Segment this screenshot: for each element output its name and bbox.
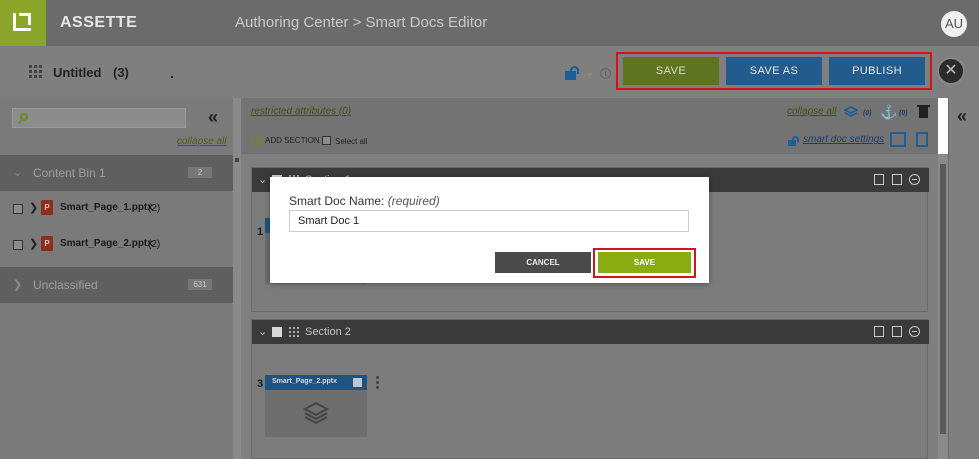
- bin-count-badge: 631: [188, 279, 212, 290]
- info-icon[interactable]: i: [600, 68, 611, 79]
- powerpoint-icon: P: [41, 200, 53, 215]
- smart-doc-name-label: Smart Doc Name: (required): [289, 194, 440, 208]
- restricted-attributes-link[interactable]: restricted attributes (0): [251, 106, 351, 117]
- powerpoint-icon: P: [41, 236, 53, 251]
- notes-icon[interactable]: [892, 326, 902, 337]
- user-avatar[interactable]: AU: [941, 11, 967, 37]
- chevron-right-icon[interactable]: ❯: [29, 237, 38, 250]
- save-dialog: Smart Doc Name: (required) CANCEL SAVE: [270, 177, 709, 283]
- collapse-section-icon[interactable]: [909, 174, 920, 185]
- chevron-down-icon[interactable]: ⌄: [13, 166, 22, 179]
- bin-label: Content Bin 1: [33, 166, 106, 180]
- file-count: (2): [148, 239, 161, 250]
- layers-icon: [302, 401, 330, 425]
- select-all-checkbox[interactable]: [322, 136, 331, 145]
- plus-icon: +: [251, 135, 262, 146]
- file-name: Smart_Page_1.pptx: [60, 202, 153, 213]
- top-bar: ASSETTE Authoring Center > Smart Docs Ed…: [0, 0, 979, 46]
- section-2: ⌄ Section 2 3 Smart_Page_2.pptx: [251, 319, 929, 459]
- smart-doc-name-input[interactable]: [289, 210, 689, 232]
- collapse-panel-icon[interactable]: «: [208, 107, 218, 128]
- brand-name: ASSETTE: [60, 14, 138, 31]
- bin-content-bin-1[interactable]: ⌄ Content Bin 1 2: [0, 155, 233, 191]
- slide-name: Smart_Page_2.pptx: [272, 378, 337, 385]
- publish-button[interactable]: PUBLISH: [829, 57, 925, 85]
- right-panel: «: [948, 98, 979, 459]
- search-icon: [20, 113, 28, 121]
- section-checkbox[interactable]: [272, 327, 282, 337]
- doc-title[interactable]: Untitled: [53, 65, 101, 80]
- divider-dot: [171, 76, 173, 78]
- doc-page-count: (3): [113, 65, 129, 80]
- save-button[interactable]: SAVE: [623, 57, 719, 85]
- file-checkbox[interactable]: [13, 240, 23, 250]
- search-input[interactable]: [12, 108, 186, 128]
- layers-icon[interactable]: [844, 106, 858, 118]
- notes-icon[interactable]: [892, 174, 902, 185]
- expand-panel-icon[interactable]: «: [957, 106, 967, 127]
- add-section-label: ADD SECTION: [265, 136, 320, 145]
- required-text: (required): [387, 194, 440, 208]
- panel-divider[interactable]: [233, 98, 241, 459]
- select-all-label: Select all: [335, 137, 368, 146]
- layers-count: (0): [863, 110, 872, 117]
- sidebar-collapse-all-link[interactable]: collapse all: [177, 136, 226, 147]
- dialog-save-button[interactable]: SAVE: [598, 252, 691, 273]
- edit-icon[interactable]: [874, 326, 884, 337]
- file-name: Smart_Page_2.pptx: [60, 238, 153, 249]
- bin-unclassified[interactable]: ❯ Unclassified 631: [0, 267, 233, 303]
- label-text: Smart Doc Name:: [289, 194, 385, 208]
- anchor-icon[interactable]: ⚓: [880, 104, 897, 121]
- collapse-all-link[interactable]: collapse all: [787, 106, 836, 117]
- bin-label: Unclassified: [33, 278, 98, 292]
- chevron-right-icon[interactable]: ❯: [29, 201, 38, 214]
- close-editor-button[interactable]: ✕: [937, 57, 965, 85]
- slide-thumbnail[interactable]: Smart_Page_2.pptx: [265, 375, 367, 437]
- trash-icon[interactable]: [917, 105, 930, 118]
- chevron-down-icon[interactable]: ⌄: [585, 65, 595, 79]
- chevron-right-icon[interactable]: ❯: [13, 278, 22, 291]
- file-count: (2): [148, 203, 161, 214]
- more-options-icon[interactable]: [376, 376, 379, 391]
- list-item[interactable]: ❯ P Smart_Page_1.pptx (2): [0, 191, 233, 227]
- chevron-down-icon[interactable]: ⌄: [258, 173, 267, 186]
- anchor-count: (0): [899, 110, 908, 117]
- list-item[interactable]: ❯ P Smart_Page_2.pptx (2): [0, 227, 233, 263]
- slide-number: 3: [257, 378, 264, 390]
- search-document-icon[interactable]: [890, 132, 906, 147]
- slide-number: 1: [257, 226, 264, 238]
- chevron-down-icon[interactable]: ⌄: [258, 325, 267, 338]
- section-title[interactable]: Section 2: [305, 326, 351, 338]
- smart-doc-settings-link[interactable]: smart doc settings: [803, 134, 884, 145]
- drag-handle-icon[interactable]: [289, 327, 299, 337]
- cancel-button[interactable]: CANCEL: [495, 252, 591, 273]
- save-as-button[interactable]: SAVE AS: [726, 57, 822, 85]
- collapse-section-icon[interactable]: [909, 326, 920, 337]
- bin-count-badge: 2: [188, 167, 212, 178]
- grid-icon[interactable]: [29, 65, 42, 78]
- content-sidebar: « collapse all ⌄ Content Bin 1 2 ❯ P Sma…: [0, 98, 233, 459]
- scrollbar[interactable]: [938, 154, 948, 459]
- file-checkbox[interactable]: [13, 204, 23, 214]
- edit-icon[interactable]: [874, 174, 884, 185]
- document-list-icon[interactable]: [916, 132, 928, 147]
- section-header[interactable]: ⌄ Section 2: [252, 320, 929, 344]
- slide-checkbox[interactable]: [353, 378, 362, 387]
- unlock-icon[interactable]: [788, 136, 800, 146]
- assette-logo[interactable]: [0, 0, 46, 46]
- breadcrumb: Authoring Center > Smart Docs Editor: [235, 14, 488, 31]
- slide-header: Smart_Page_2.pptx: [265, 375, 367, 390]
- unlock-icon[interactable]: [565, 66, 583, 80]
